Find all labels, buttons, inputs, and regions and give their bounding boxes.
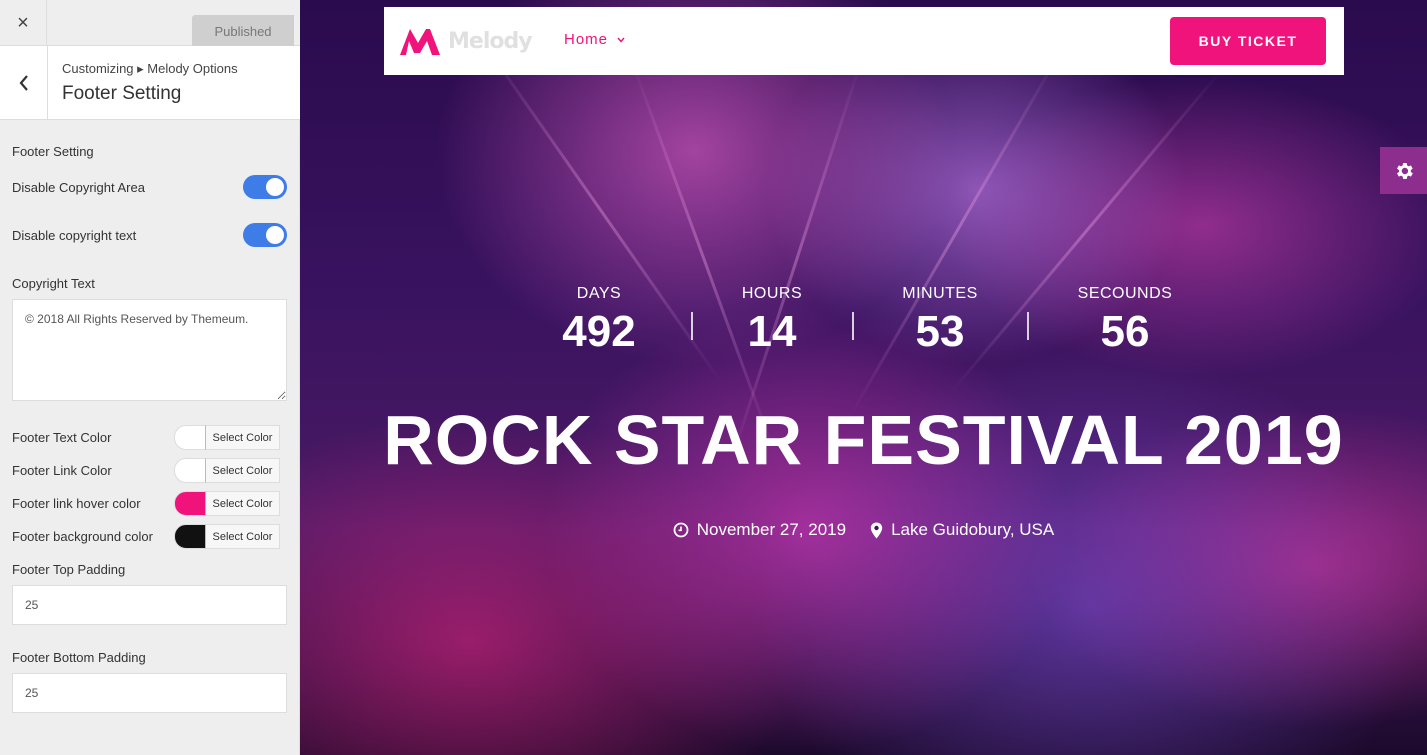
close-customizer-button[interactable]: ×: [0, 0, 47, 46]
publish-button[interactable]: Published: [192, 15, 294, 48]
footer-background-color-label: Footer background color: [12, 529, 153, 544]
select-color-button[interactable]: Select Color: [205, 458, 280, 483]
stage-light-beam: [850, 49, 1063, 415]
chevron-left-icon: [19, 75, 28, 91]
footer-text-color-picker[interactable]: Select Color: [174, 425, 280, 450]
countdown-value: 492: [562, 307, 636, 356]
color-swatch: [174, 458, 206, 483]
disable-copyright-area-toggle[interactable]: [243, 175, 287, 199]
countdown-hours: HOURS 14: [722, 285, 822, 357]
stage-light-beam: [630, 59, 777, 456]
countdown-days: DAYS 492: [549, 285, 649, 357]
footer-background-color-picker[interactable]: Select Color: [174, 524, 280, 549]
event-location-text: Lake Guidobury, USA: [891, 520, 1055, 539]
footer-bottom-padding-label: Footer Bottom Padding: [12, 650, 146, 665]
event-date: November 27, 2019: [673, 520, 846, 540]
footer-link-color-label: Footer Link Color: [12, 463, 112, 478]
countdown-label: SECOUNDS: [1077, 285, 1173, 302]
countdown-label: MINUTES: [902, 285, 978, 302]
countdown-seconds: SECOUNDS 56: [1065, 285, 1185, 357]
disable-copyright-text-label: Disable copyright text: [12, 228, 137, 243]
footer-top-padding-label: Footer Top Padding: [12, 562, 126, 577]
footer-bottom-padding-input[interactable]: [12, 673, 287, 713]
disable-copyright-text-toggle[interactable]: [243, 223, 287, 247]
color-swatch: [174, 425, 206, 450]
clock-icon: [673, 522, 689, 538]
copyright-text-area[interactable]: © 2018 All Rights Reserved by Themeum.: [12, 299, 287, 401]
site-navbar: Melody Home BUY TICKET: [384, 7, 1344, 75]
back-button[interactable]: [0, 46, 48, 120]
settings-gear-button[interactable]: [1380, 147, 1427, 194]
countdown-value: 56: [1100, 307, 1150, 356]
gear-icon: [1396, 162, 1413, 179]
chevron-down-icon: [617, 37, 625, 43]
melody-logo-icon: [400, 29, 440, 55]
countdown-label: HOURS: [741, 285, 803, 302]
color-swatch: [174, 491, 206, 516]
customizer-header: × Published: [0, 0, 300, 48]
countdown-divider: [691, 312, 693, 340]
site-preview: Melody Home BUY TICKET DAYS 492 HOURS 14…: [300, 0, 1427, 755]
event-headline: ROCK STAR FESTIVAL 2019: [383, 401, 1344, 479]
countdown-minutes: MINUTES 53: [890, 285, 990, 357]
footer-link-color-picker[interactable]: Select Color: [174, 458, 280, 483]
toggle-knob: [266, 178, 284, 196]
event-date-text: November 27, 2019: [696, 520, 847, 539]
toggle-knob: [266, 226, 284, 244]
nav-home-label: Home: [564, 31, 609, 48]
select-color-button[interactable]: Select Color: [205, 425, 280, 450]
breadcrumb: Customizing ▸ Melody Options: [62, 61, 238, 76]
countdown-value: 53: [915, 307, 965, 356]
copyright-text-label: Copyright Text: [12, 276, 95, 291]
countdown-divider: [852, 312, 854, 340]
footer-text-color-label: Footer Text Color: [12, 430, 112, 445]
select-color-button[interactable]: Select Color: [205, 491, 280, 516]
map-pin-icon: [870, 522, 883, 538]
site-logo[interactable]: Melody: [400, 25, 533, 59]
event-meta: November 27, 2019 Lake Guidobury, USA: [300, 520, 1427, 540]
countdown-label: DAYS: [576, 285, 622, 302]
footer-link-hover-color-label: Footer link hover color: [12, 496, 141, 511]
select-color-button[interactable]: Select Color: [205, 524, 280, 549]
customizer-sidebar: × Published Customizing ▸ Melody Options…: [0, 0, 300, 755]
logo-text: Melody: [448, 29, 533, 54]
color-swatch: [174, 524, 206, 549]
section-header: Customizing ▸ Melody Options Footer Sett…: [0, 46, 300, 120]
buy-ticket-button[interactable]: BUY TICKET: [1170, 17, 1326, 65]
event-location: Lake Guidobury, USA: [870, 520, 1054, 540]
nav-home-link[interactable]: Home: [564, 31, 625, 48]
footer-top-padding-input[interactable]: [12, 585, 287, 625]
countdown-value: 14: [747, 307, 797, 356]
section-title: Footer Setting: [62, 83, 182, 104]
footer-link-hover-color-picker[interactable]: Select Color: [174, 491, 280, 516]
disable-copyright-area-label: Disable Copyright Area: [12, 180, 145, 195]
controls-heading: Footer Setting: [12, 144, 94, 159]
countdown-divider: [1027, 312, 1029, 340]
